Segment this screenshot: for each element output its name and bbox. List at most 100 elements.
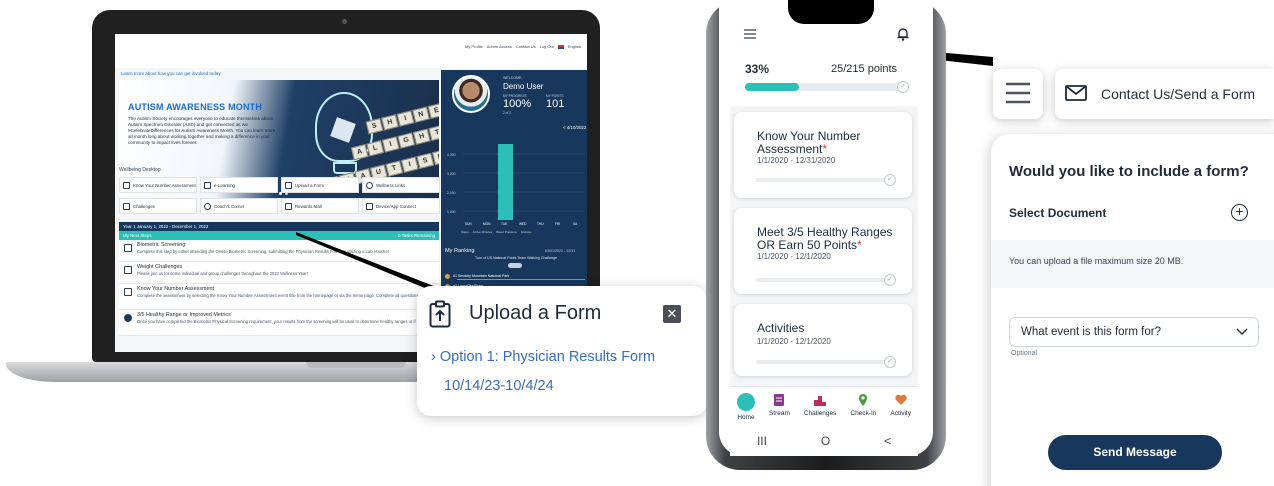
progress-fraction: 2 of 2 bbox=[503, 111, 511, 115]
nav-activity[interactable]: Activity bbox=[890, 393, 911, 417]
upload-size-note: You can upload a file maximum size 20 MB… bbox=[1009, 256, 1184, 266]
card-progress-bar bbox=[756, 278, 896, 282]
envelope-icon bbox=[1065, 85, 1087, 101]
wellbeing-wellness-links[interactable]: Wellness Links bbox=[362, 177, 440, 193]
card-title: Know Your Number Assessment bbox=[757, 129, 861, 156]
nav-challenges[interactable]: Challenges bbox=[804, 393, 836, 417]
wellbeing-rewards-mall[interactable]: Rewards Mall bbox=[281, 198, 359, 214]
link-contact-us[interactable]: Contact Us bbox=[516, 44, 536, 49]
wellbeing-know-your-number[interactable]: Know Your Number Assessment bbox=[119, 177, 197, 193]
link-log-out[interactable]: Log Out bbox=[540, 44, 554, 49]
home-system-button[interactable]: O bbox=[821, 434, 830, 448]
year-bar: Year 1 January 1, 2022 - December 1, 202… bbox=[119, 222, 439, 231]
day-label: SA bbox=[573, 222, 578, 226]
calendar-icon bbox=[124, 266, 132, 274]
letter-tile: S bbox=[416, 152, 435, 169]
legend-active-minutes[interactable]: Active Minutes bbox=[473, 230, 493, 234]
card-date: 1/1/2020 - 12/1/2020 bbox=[757, 337, 831, 346]
card-date: 1/1/2020 - 12/31/2020 bbox=[757, 156, 836, 165]
legend-steps[interactable]: Steps bbox=[461, 230, 469, 234]
top-bar: My Profile Admin Access Contact Us Log O… bbox=[115, 34, 587, 68]
day-label: MON bbox=[483, 222, 491, 226]
chart-date-nav[interactable]: < 4/10/2022 bbox=[563, 125, 586, 130]
avatar[interactable] bbox=[452, 75, 490, 113]
day-label: WED bbox=[519, 222, 527, 226]
card-activities[interactable]: Activities 1/1/2020 - 12/1/2020 ✓ bbox=[734, 304, 912, 376]
podium-icon bbox=[814, 396, 827, 406]
letter-tile: L bbox=[366, 140, 385, 157]
step-healthy-range[interactable]: 3/5 Healthy Range or Improved Metrics On… bbox=[119, 310, 439, 336]
day-label: SUN bbox=[465, 222, 472, 226]
laptop-notch bbox=[306, 362, 406, 368]
physician-results-option[interactable]: › Option 1: Physician Results Form bbox=[431, 349, 655, 365]
letter-tile: N bbox=[412, 106, 430, 123]
card-healthy-ranges[interactable]: Meet 3/5 Healthy Ranges OR Earn 50 Point… bbox=[734, 208, 912, 294]
legend-glucose[interactable]: Glucose bbox=[521, 230, 532, 234]
step-biometric[interactable]: Biometric Screening Complete this step b… bbox=[119, 240, 439, 262]
link-my-profile[interactable]: My Profile bbox=[465, 44, 483, 49]
link-admin-access[interactable]: Admin Access bbox=[487, 44, 512, 49]
contact-us-menu-item[interactable]: Contact Us/Send a Form bbox=[1055, 69, 1274, 119]
device-icon bbox=[366, 202, 373, 210]
rank-row[interactable]: #1 Smokey Mountain National Park bbox=[445, 272, 587, 280]
menu-button[interactable] bbox=[993, 69, 1043, 119]
wellbeing-challenges[interactable]: Challenges bbox=[119, 198, 197, 214]
check-icon: ✓ bbox=[897, 81, 909, 93]
assessment-icon bbox=[123, 181, 130, 189]
overall-progress-fill bbox=[745, 83, 800, 91]
ranking-toggle[interactable] bbox=[508, 263, 522, 268]
card-know-your-number[interactable]: Know Your Number Assessment* 1/1/2020 - … bbox=[734, 112, 912, 198]
card-title: Meet 3/5 Healthy Ranges OR Earn 50 Point… bbox=[757, 225, 893, 252]
user-name: Demo User bbox=[503, 82, 544, 91]
rank-progress bbox=[457, 279, 585, 280]
card-date: 1/1/2020 - 12/1/2020 bbox=[757, 252, 831, 261]
form-question-title: Would you like to include a form? bbox=[1009, 163, 1249, 180]
steps-bar bbox=[498, 144, 513, 220]
recent-apps-button[interactable]: III bbox=[757, 434, 767, 448]
letter-tile: G bbox=[397, 132, 416, 149]
nav-home[interactable]: Home bbox=[736, 393, 755, 421]
wellbeing-device-connect[interactable]: Device/App Connect bbox=[362, 198, 440, 214]
send-message-button[interactable]: Send Message bbox=[1048, 435, 1222, 470]
step-know-your-number[interactable]: Know Your Number Assessment Complete the… bbox=[119, 284, 439, 310]
wellbeing-coaches-corner[interactable]: Coach's Corner bbox=[200, 198, 278, 214]
system-nav-bar: III O < bbox=[730, 426, 918, 456]
wellbeing-upload-form[interactable]: Upload a Form bbox=[281, 177, 359, 193]
language-select[interactable]: English bbox=[568, 44, 581, 49]
letter-tile: E bbox=[427, 102, 439, 119]
legend-blood-pressure[interactable]: Blood Pressure bbox=[496, 230, 517, 234]
learn-more-link[interactable]: Learn more about how you can get involve… bbox=[121, 71, 221, 76]
day-label: TUE bbox=[501, 222, 507, 226]
option-date-range: 10/14/23-10/4/24 bbox=[444, 378, 554, 394]
nav-stream[interactable]: Stream bbox=[769, 393, 790, 417]
metrics-icon bbox=[124, 314, 132, 322]
chevron-down-icon bbox=[1236, 328, 1248, 335]
back-system-button[interactable]: < bbox=[884, 434, 891, 448]
day-label: FRI bbox=[555, 222, 560, 226]
day-label: THU bbox=[537, 222, 544, 226]
step-weight[interactable]: Weight Challenges Please join us for som… bbox=[119, 262, 439, 284]
y-tick: 1,000 bbox=[447, 210, 456, 214]
flag-icon bbox=[557, 44, 564, 49]
heart-icon bbox=[894, 394, 907, 405]
wellbeing-elearning[interactable]: e-Learning bbox=[200, 177, 278, 193]
wellbeing-title: Wellbeing Desktop bbox=[119, 167, 161, 173]
send-form-panel: Would you like to include a form? Select… bbox=[991, 134, 1274, 486]
letter-tile: I bbox=[396, 110, 415, 127]
add-document-icon[interactable]: + bbox=[1231, 204, 1248, 221]
cart-icon bbox=[285, 202, 292, 210]
check-icon: ✓ bbox=[884, 274, 896, 286]
upload-form-popup: Upload a Form ✕ › Option 1: Physician Re… bbox=[417, 286, 707, 416]
check-icon: ✓ bbox=[884, 356, 896, 368]
hero-text: The Autism Society encourages everyone t… bbox=[128, 116, 276, 145]
bell-icon[interactable] bbox=[897, 27, 909, 41]
select-document-label: Select Document bbox=[1009, 206, 1107, 220]
close-icon[interactable]: ✕ bbox=[663, 305, 681, 323]
ranking-challenge: Tour of US National Parks Team Walking C… bbox=[475, 256, 557, 260]
phone-notch bbox=[788, 0, 874, 24]
required-marker: * bbox=[857, 238, 862, 252]
hamburger-menu-icon[interactable] bbox=[744, 29, 756, 39]
activity-chart: 4,000 3,000 2,000 1,000 SUN MON TUE WED … bbox=[447, 144, 585, 226]
nav-check-in[interactable]: Check-In bbox=[850, 393, 876, 417]
event-select[interactable]: What event is this form for? bbox=[1009, 317, 1259, 347]
